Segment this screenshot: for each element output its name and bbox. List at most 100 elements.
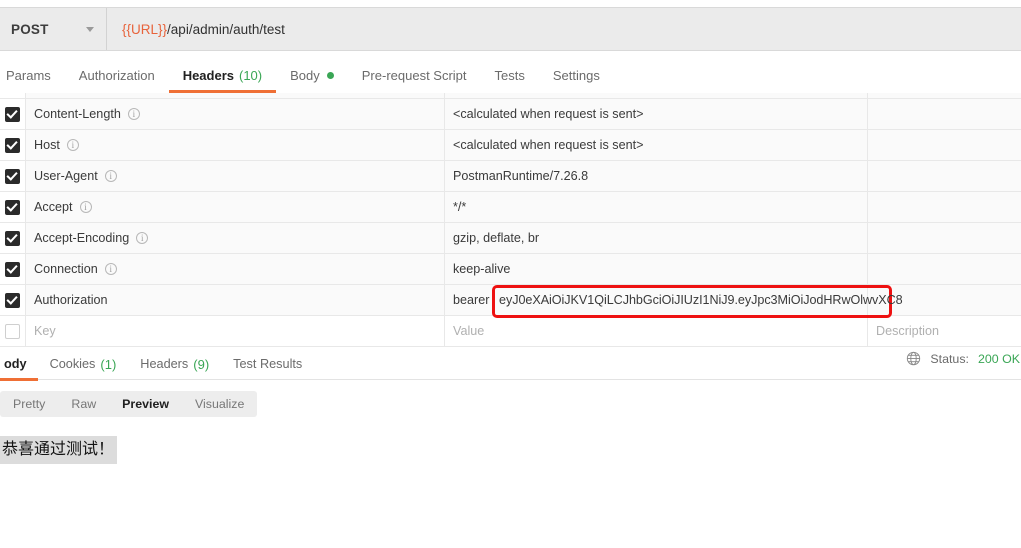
info-icon[interactable]: i: [105, 170, 117, 182]
postman-request-response-pane: POST {{URL}}/api/admin/auth/test Params …: [0, 0, 1021, 548]
tab-body[interactable]: Body: [276, 58, 348, 93]
header-value-text: <calculated when request is sent>: [453, 138, 643, 152]
header-key-text: Connection: [34, 262, 98, 276]
row-key-cell[interactable]: Content-Length i: [26, 99, 445, 129]
table-row: Connection i keep-alive: [0, 254, 1021, 285]
http-method-selector[interactable]: POST: [0, 8, 107, 50]
table-row: Accept i */*: [0, 192, 1021, 223]
tab-label: Raw: [71, 397, 96, 411]
row-checkbox-cell: [0, 192, 26, 222]
row-enabled-checkbox[interactable]: [5, 138, 20, 153]
tab-label: Authorization: [79, 69, 155, 82]
info-icon[interactable]: i: [105, 263, 117, 275]
row-key-cell[interactable]: Accept i: [26, 192, 445, 222]
value-column-placeholder: Value: [453, 324, 484, 338]
tab-pre-request-script[interactable]: Pre-request Script: [348, 58, 481, 93]
url-bar: POST {{URL}}/api/admin/auth/test: [0, 7, 1021, 51]
row-value-cell[interactable]: */*: [445, 192, 868, 222]
row-key-cell[interactable]: Accept-Encoding i: [26, 223, 445, 253]
header-value-text: PostmanRuntime/7.26.8: [453, 169, 588, 183]
tab-params[interactable]: Params: [0, 58, 65, 93]
row-enabled-checkbox[interactable]: [5, 107, 20, 122]
header-value-text: bearer: [453, 293, 489, 307]
header-key-text: User-Agent: [34, 169, 98, 183]
row-value-cell[interactable]: <calculated when request is sent>: [445, 130, 868, 160]
tab-badge: (9): [193, 357, 209, 372]
tab-label: Body: [290, 69, 320, 82]
header-value-text: keep-alive: [453, 262, 510, 276]
info-icon[interactable]: i: [80, 201, 92, 213]
response-tab-headers[interactable]: Headers (9): [128, 349, 221, 380]
tab-authorization[interactable]: Authorization: [65, 58, 169, 93]
tab-label: Params: [6, 69, 51, 82]
view-tab-visualize[interactable]: Visualize: [182, 391, 257, 417]
response-tab-test-results[interactable]: Test Results: [221, 349, 314, 380]
row-description-cell[interactable]: [868, 192, 1021, 222]
row-value-cell[interactable]: gzip, deflate, br: [445, 223, 868, 253]
description-column-placeholder: Description: [876, 324, 939, 338]
globe-icon[interactable]: [906, 351, 921, 366]
view-tab-preview[interactable]: Preview: [109, 391, 182, 417]
row-description-cell[interactable]: [868, 161, 1021, 191]
table-row-placeholder: Key Value Description: [0, 316, 1021, 347]
row-key-cell[interactable]: User-Agent i: [26, 161, 445, 191]
view-tab-raw[interactable]: Raw: [58, 391, 109, 417]
row-description-cell[interactable]: [868, 130, 1021, 160]
row-value-cell[interactable]: PostmanRuntime/7.26.8: [445, 161, 868, 191]
row-description-cell[interactable]: [868, 99, 1021, 129]
tab-label: Pre-request Script: [362, 69, 467, 82]
row-key-cell[interactable]: Authorization: [26, 285, 445, 315]
row-checkbox-cell: [0, 161, 26, 191]
row-enabled-checkbox[interactable]: [5, 231, 20, 246]
row-value-cell[interactable]: <calculated when request is sent>: [445, 99, 868, 129]
row-enabled-checkbox[interactable]: [5, 293, 20, 308]
row-key-cell: [26, 93, 445, 98]
header-key-text: Host: [34, 138, 60, 152]
info-icon[interactable]: i: [67, 139, 79, 151]
header-value-text: <calculated when request is sent>: [453, 107, 643, 121]
info-icon[interactable]: i: [128, 108, 140, 120]
tab-label: Tests: [495, 69, 525, 82]
tab-settings[interactable]: Settings: [539, 58, 614, 93]
row-value-cell[interactable]: Value: [445, 316, 868, 346]
row-value-cell[interactable]: keep-alive: [445, 254, 868, 284]
row-description-cell[interactable]: [868, 254, 1021, 284]
info-icon[interactable]: i: [136, 232, 148, 244]
response-tabs: ody Cookies (1) Headers (9) Test Results: [0, 349, 1021, 380]
tab-headers[interactable]: Headers (10): [169, 58, 276, 93]
tab-label: Headers: [140, 357, 188, 371]
view-tab-pretty[interactable]: Pretty: [0, 391, 58, 417]
url-path: /api/admin/auth/test: [167, 22, 285, 37]
table-row: Accept-Encoding i gzip, deflate, br: [0, 223, 1021, 254]
row-checkbox-cell: [0, 223, 26, 253]
tab-tests[interactable]: Tests: [481, 58, 539, 93]
row-description-cell: [868, 93, 1021, 98]
row-checkbox-cell: [0, 285, 26, 315]
tab-badge: (1): [100, 357, 116, 372]
url-input[interactable]: {{URL}}/api/admin/auth/test: [107, 8, 1021, 50]
response-body-preview: 恭喜通过测试！: [0, 436, 1021, 464]
row-enabled-checkbox[interactable]: [5, 324, 20, 339]
header-key-text: Accept: [34, 200, 73, 214]
tab-label: Headers: [183, 69, 234, 82]
row-key-cell[interactable]: Connection i: [26, 254, 445, 284]
header-key-text: Authorization: [34, 293, 108, 307]
chevron-down-icon: [86, 27, 94, 32]
row-key-cell[interactable]: Key: [26, 316, 445, 346]
row-checkbox-cell: [0, 254, 26, 284]
status-label: Status:: [930, 352, 969, 366]
tab-label: ody: [4, 357, 27, 371]
row-description-cell[interactable]: Description: [868, 316, 1021, 346]
row-checkbox-cell: [0, 93, 26, 98]
response-tab-body[interactable]: ody: [0, 349, 38, 380]
row-enabled-checkbox[interactable]: [5, 200, 20, 215]
request-tabs: Params Authorization Headers (10) Body P…: [0, 58, 1021, 93]
row-enabled-checkbox[interactable]: [5, 262, 20, 277]
table-row: Content-Length i <calculated when reques…: [0, 99, 1021, 130]
response-tab-cookies[interactable]: Cookies (1): [38, 349, 129, 380]
row-description-cell[interactable]: [868, 223, 1021, 253]
response-body-text: 恭喜通过测试！: [0, 436, 117, 464]
row-enabled-checkbox[interactable]: [5, 169, 20, 184]
tab-label: Preview: [122, 397, 169, 411]
row-key-cell[interactable]: Host i: [26, 130, 445, 160]
